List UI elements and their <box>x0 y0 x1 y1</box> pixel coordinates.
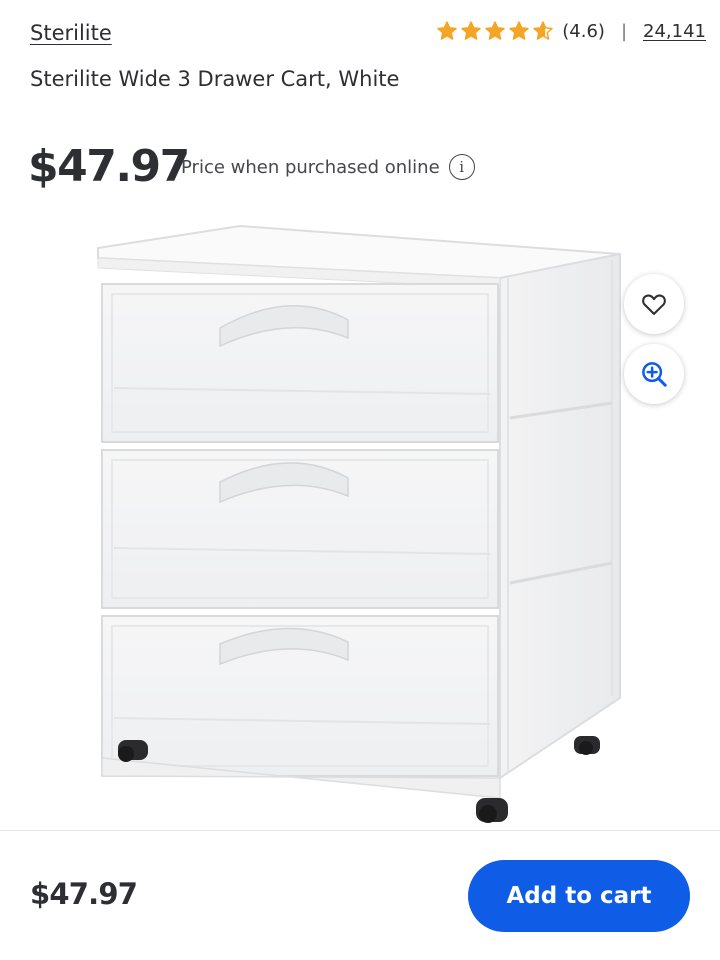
star-full-icon <box>485 21 505 40</box>
brand-link[interactable]: Sterilite <box>30 21 112 45</box>
price-note-text: Price when purchased online <box>181 156 440 178</box>
sticky-cart-bar: $47.97 Add to cart <box>0 830 720 960</box>
drawer-1 <box>101 283 499 443</box>
product-image[interactable] <box>90 218 640 830</box>
drawer-cart-illustration <box>97 224 621 823</box>
zoom-in-icon <box>642 362 667 387</box>
info-icon[interactable]: i <box>448 154 475 180</box>
rating-value: (4.6) <box>562 20 605 42</box>
zoom-button[interactable] <box>624 344 684 404</box>
add-to-cart-button[interactable]: Add to cart <box>468 860 690 932</box>
product-price: $47.97 <box>28 141 190 192</box>
star-rating <box>436 20 554 42</box>
heart-icon <box>642 294 666 315</box>
drawer-3 <box>101 615 499 777</box>
rating-summary[interactable]: (4.6) | 24,141 <box>436 18 706 44</box>
star-partial-icon <box>533 21 553 40</box>
price-note: Price when purchased online i <box>181 154 475 180</box>
star-full-icon <box>509 21 529 40</box>
product-page: Sterilite (4.6) | 24,141 Sterilite Wide … <box>0 0 720 960</box>
sticky-price: $47.97 <box>30 877 138 911</box>
rating-separator: | <box>620 20 628 42</box>
review-count-link[interactable]: 24,141 <box>643 21 706 42</box>
drawer-2 <box>101 449 499 609</box>
star-full-icon <box>461 21 481 40</box>
favorite-button[interactable] <box>624 274 684 334</box>
star-full-icon <box>437 21 457 40</box>
product-title: Sterilite Wide 3 Drawer Cart, White <box>30 67 400 91</box>
